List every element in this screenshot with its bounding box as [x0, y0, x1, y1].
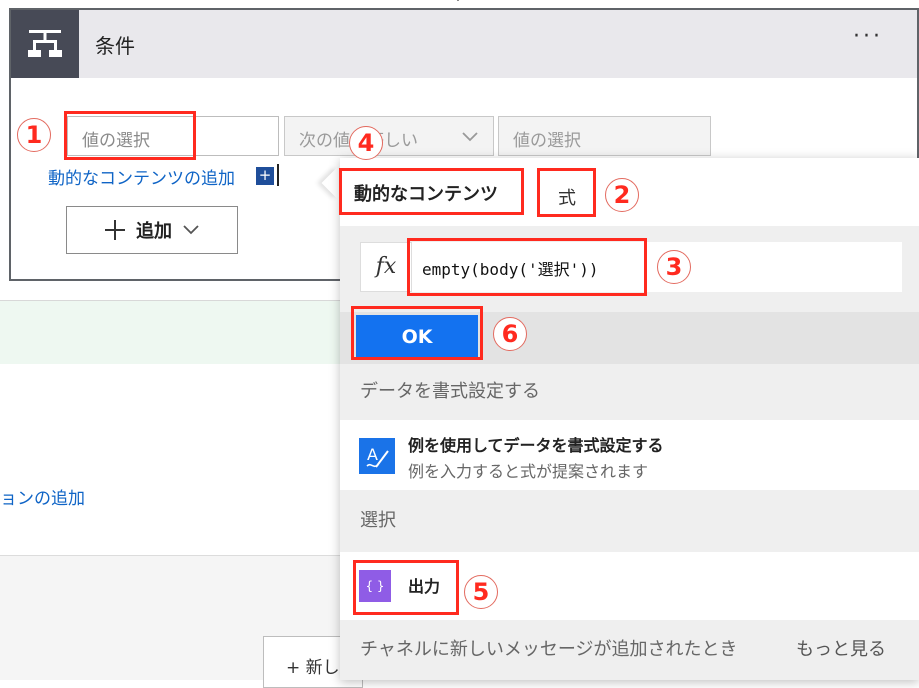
connector-arrow-icon: [456, 0, 460, 2]
operator-select[interactable]: 次の値に等しい: [284, 116, 494, 156]
text-cursor: [277, 164, 279, 186]
format-data-subtitle: 例を入力すると式が提案されます: [408, 462, 649, 481]
format-data-title: 例を使用してデータを書式設定する: [408, 436, 664, 455]
annotation-number-3: 3: [657, 250, 691, 284]
annotation-number-6: 6: [493, 317, 527, 351]
plus-icon: [105, 220, 125, 240]
chevron-down-icon: [183, 225, 199, 235]
annotation-number-4: 4: [349, 126, 383, 160]
annotation-number-1: 1: [17, 118, 51, 152]
annotation-number-5: 5: [464, 575, 498, 609]
section-format-data: データを書式設定する: [340, 364, 919, 420]
chevron-down-icon: [462, 132, 478, 142]
annotation-box-3: [407, 238, 647, 296]
svg-text:A: A: [367, 445, 378, 464]
add-button-label: 追加: [136, 221, 172, 242]
annotation-box-5: [353, 560, 459, 615]
format-data-item[interactable]: A 例を使用してデータを書式設定する 例を入力すると式が提案されます: [340, 420, 919, 490]
annotation-number-2: 2: [605, 178, 639, 212]
plus-icon[interactable]: +: [256, 167, 274, 185]
add-button[interactable]: 追加: [66, 206, 238, 254]
annotation-box-4: [339, 168, 524, 215]
next-step-band: [0, 300, 345, 364]
more-options-icon[interactable]: ···: [853, 24, 883, 49]
condition-title: 条件: [95, 34, 135, 58]
annotation-box-2: [537, 168, 596, 217]
see-more-link[interactable]: もっと見る: [796, 620, 886, 680]
add-dynamic-content-link[interactable]: 動的なコンテンツの追加: [48, 164, 235, 189]
function-icon: fx: [360, 242, 412, 292]
annotation-box-6: [351, 306, 483, 360]
condition-icon: [11, 10, 79, 78]
add-action-link[interactable]: ョンの追加: [0, 484, 85, 509]
condition-header[interactable]: 条件 ···: [11, 10, 917, 78]
right-value-input[interactable]: 値の選択: [498, 116, 711, 156]
annotation-box-1: [64, 111, 196, 160]
section-select: 選択: [340, 490, 919, 552]
format-data-icon: A: [359, 438, 395, 474]
